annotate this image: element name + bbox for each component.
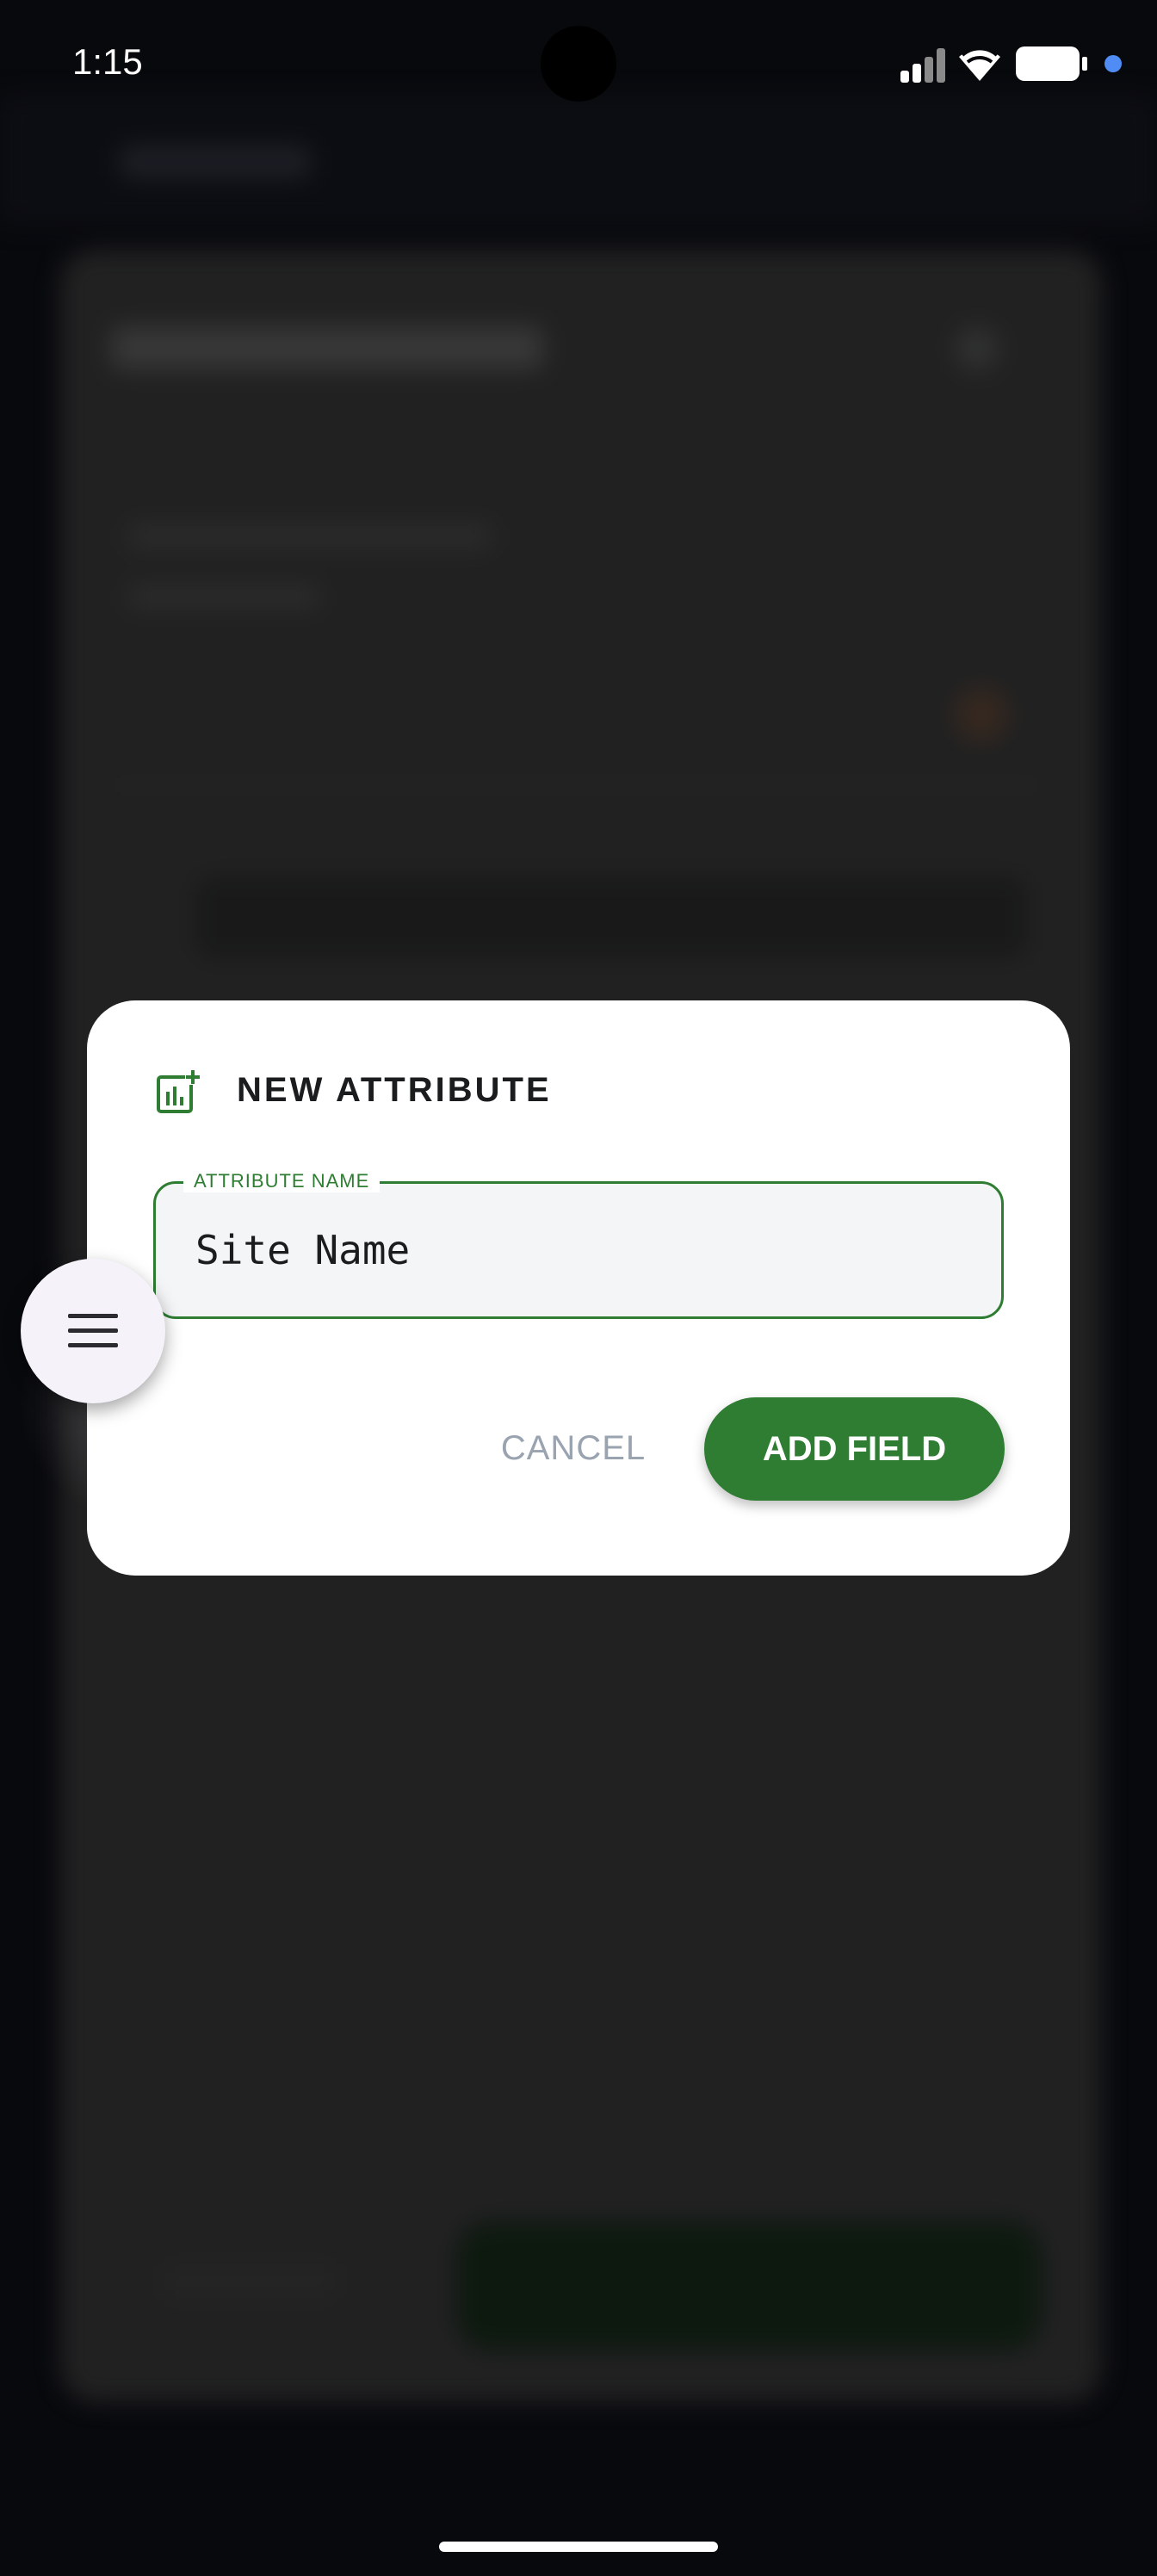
attribute-name-field[interactable]: ATTRIBUTE NAME bbox=[153, 1170, 1004, 1319]
background-divider bbox=[112, 783, 1042, 787]
attribute-name-input[interactable] bbox=[195, 1184, 970, 1316]
status-bar: 1:15 bbox=[0, 0, 1157, 129]
camera-cutout bbox=[541, 26, 616, 102]
background-dot-placeholder bbox=[956, 689, 1007, 740]
wifi-icon bbox=[959, 46, 1000, 81]
battery-icon bbox=[1016, 46, 1087, 81]
background-heading-placeholder bbox=[112, 327, 542, 368]
add-chart-icon bbox=[157, 1069, 201, 1113]
menu-icon bbox=[68, 1314, 118, 1347]
menu-button[interactable] bbox=[21, 1259, 165, 1403]
new-attribute-dialog: NEW ATTRIBUTE ATTRIBUTE NAME CANCEL ADD … bbox=[87, 1000, 1070, 1576]
home-indicator[interactable] bbox=[439, 2542, 718, 2552]
background-text-placeholder bbox=[164, 2264, 336, 2299]
background-title-placeholder bbox=[121, 146, 310, 177]
status-time: 1:15 bbox=[72, 41, 143, 82]
background-circle-placeholder bbox=[956, 327, 999, 370]
background-button-placeholder bbox=[456, 2221, 1042, 2350]
screen: 1:15 NEW ATTRIBUTE ATTRIBUTE NAME Site N… bbox=[0, 0, 1157, 2576]
cancel-button[interactable]: CANCEL bbox=[492, 1396, 655, 1500]
background-line-placeholder bbox=[129, 585, 319, 608]
background-line-placeholder bbox=[129, 525, 491, 548]
background-block-placeholder bbox=[198, 878, 1024, 956]
notification-dot-icon bbox=[1104, 55, 1122, 72]
add-field-button[interactable]: ADD FIELD bbox=[704, 1397, 1005, 1501]
dialog-title: NEW ATTRIBUTE bbox=[237, 1071, 552, 1109]
signal-icon bbox=[900, 48, 947, 83]
